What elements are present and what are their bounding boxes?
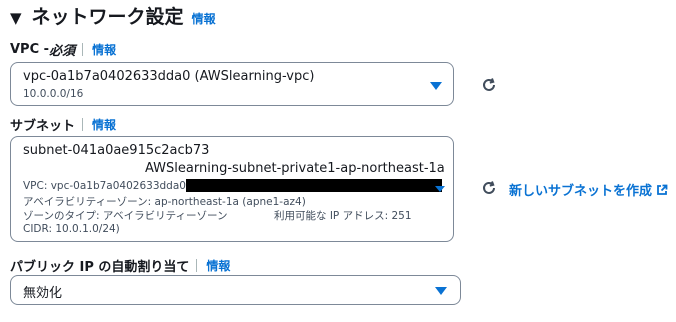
public-ip-label-row: パブリック IP の自動割り当て 情報: [10, 256, 230, 275]
vpc-label: VPC -: [10, 42, 50, 57]
public-ip-select[interactable]: 無効化: [10, 275, 461, 305]
section-header: ▼ ネットワーク設定 情報: [10, 2, 216, 29]
subnet-available-ip-line: 利用可能な IP アドレス: 251: [274, 210, 412, 222]
dropdown-triangle-icon: [435, 287, 447, 295]
vpc-cidr: 10.0.0.0/16: [23, 88, 84, 100]
subnet-select[interactable]: subnet-041a0ae915c2acb73 AWSlearning-sub…: [10, 136, 454, 242]
network-settings-panel: ▼ ネットワーク設定 情報 VPC - 必須 情報 vpc-0a1b7a0402…: [0, 0, 676, 322]
subnet-id: subnet-041a0ae915c2acb73: [23, 143, 210, 158]
vpc-label-row: VPC - 必須 情報: [10, 40, 116, 59]
label-divider: [196, 259, 198, 272]
subnet-refresh-button[interactable]: [478, 177, 500, 199]
subnet-zone-type-line: ゾーンのタイプ: アベイラビリティーゾーン: [23, 210, 228, 222]
label-divider: [82, 118, 84, 131]
vpc-refresh-button[interactable]: [478, 74, 500, 96]
label-divider: [82, 43, 84, 56]
subnet-name: AWSlearning-subnet-private1-ap-northeast…: [145, 161, 445, 176]
create-subnet-label: 新しいサブネットを作成: [509, 184, 653, 199]
dropdown-triangle-icon: [435, 186, 445, 192]
public-ip-label: パブリック IP の自動割り当て: [10, 260, 190, 275]
subnet-info-link[interactable]: 情報: [92, 116, 116, 133]
public-ip-selected-value: 無効化: [23, 286, 63, 301]
external-link-icon: [657, 184, 668, 195]
public-ip-info-link[interactable]: 情報: [206, 257, 230, 274]
redaction-bar: [186, 179, 442, 192]
vpc-info-link[interactable]: 情報: [92, 41, 116, 58]
subnet-vpc-line: VPC: vpc-0a1b7a0402633dda0: [23, 180, 186, 192]
subnet-az-line: アベイラビリティーゾーン: ap-northeast-1a (apne1-az4…: [23, 196, 306, 208]
subnet-cidr-line: CIDR: 10.0.1.0/24): [23, 223, 120, 235]
caret-down-icon[interactable]: ▼: [10, 9, 22, 27]
vpc-select[interactable]: vpc-0a1b7a0402633dda0 (AWSlearning-vpc) …: [10, 62, 454, 106]
refresh-icon: [483, 181, 495, 194]
create-subnet-link[interactable]: 新しいサブネットを作成: [509, 180, 668, 199]
vpc-selected-value: vpc-0a1b7a0402633dda0 (AWSlearning-vpc): [23, 69, 315, 84]
subnet-label: サブネット: [10, 119, 76, 134]
section-title: ネットワーク設定: [31, 6, 184, 28]
dropdown-triangle-icon: [430, 82, 442, 90]
subnet-label-row: サブネット 情報: [10, 115, 116, 134]
refresh-icon: [483, 78, 495, 91]
section-info-link[interactable]: 情報: [192, 10, 216, 27]
vpc-required-label: 必須: [49, 44, 76, 59]
